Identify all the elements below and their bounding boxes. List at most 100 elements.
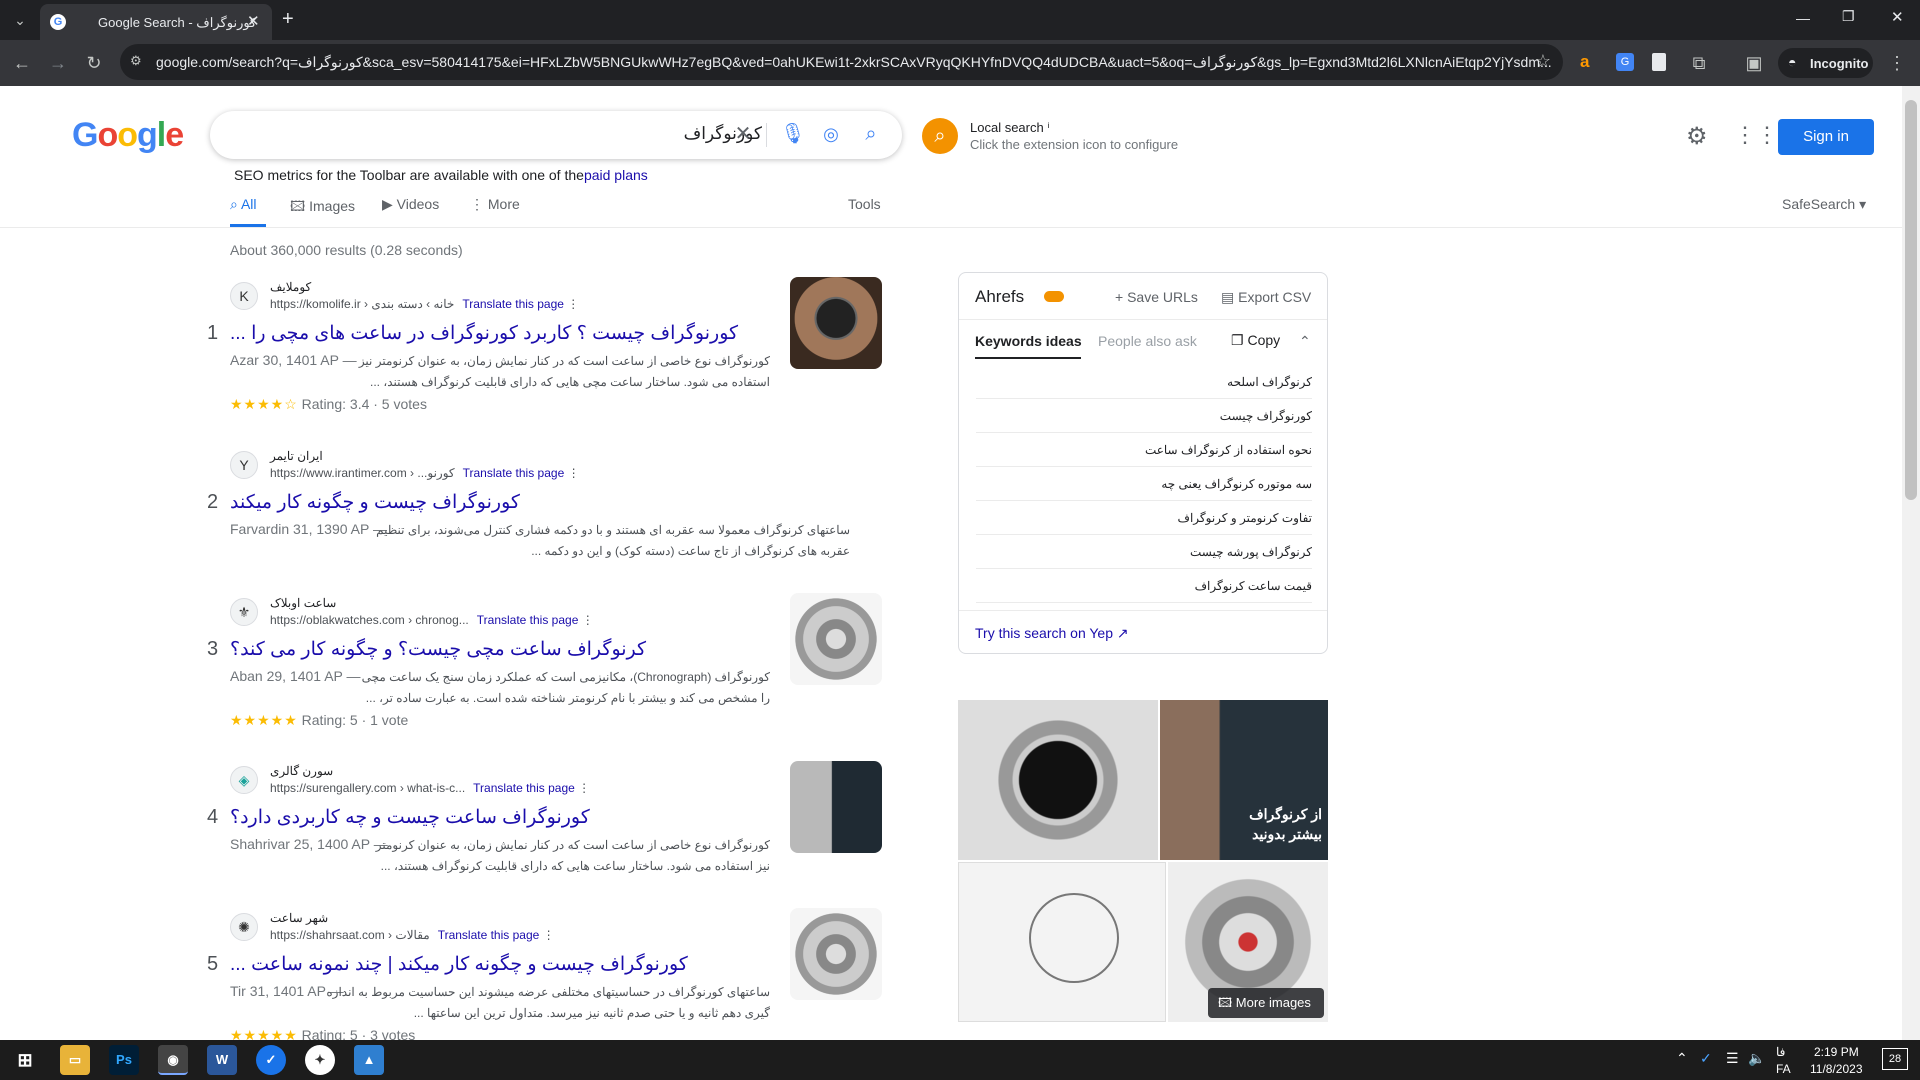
translate-link[interactable]: Translate this page [463,466,565,480]
page-extension-icon[interactable] [1652,53,1666,71]
site-info-icon[interactable]: ⚙ [130,53,142,69]
tab-search-icon[interactable]: ⌄ [6,6,34,34]
result-title[interactable]: کورنوگراف ساعت چیست و چه کاربردی دارد؟ [230,806,830,829]
tab-videos[interactable]: ▶ Videos [382,196,439,213]
tab-images[interactable]: 🖾 Images [290,196,355,220]
close-window-icon[interactable]: ✕ [1891,8,1904,26]
translate-link[interactable]: Translate this page [473,781,575,795]
search-icon[interactable]: ⌕ [858,121,884,147]
local-search-subtitle: Click the extension icon to configure [970,137,1179,152]
tray-app-icon[interactable]: ✓ [1700,1050,1712,1067]
settings-gear-icon[interactable]: ⚙ [1686,122,1708,151]
reload-icon[interactable]: ↻ [80,49,108,77]
word-icon[interactable]: W [207,1045,237,1075]
image-result[interactable]: 🖾 More images [1168,862,1328,1022]
app-globe-icon[interactable]: ✦ [305,1045,335,1075]
amazon-extension-icon[interactable]: a [1580,52,1598,72]
photoshop-icon[interactable]: Ps [109,1045,139,1075]
result-thumbnail[interactable] [790,593,882,685]
tools-button[interactable]: Tools [848,196,881,212]
volume-icon[interactable]: 🔈 [1748,1050,1765,1067]
site-url[interactable]: https://oblakwatches.com › chronog... Tra… [270,613,594,627]
sign-in-button[interactable]: Sign in [1778,119,1874,155]
image-result[interactable] [958,700,1158,860]
result-title[interactable]: کورنوگراف چیست و چگونه کار میکند | چند ن… [230,953,830,976]
voice-search-icon[interactable]: 🎙 [780,121,806,147]
export-csv-button[interactable]: ▤ Export CSV [1221,289,1311,306]
search-box[interactable]: کورنوگراف ✕ 🎙 ◎ ⌕ [210,111,902,159]
translate-extension-icon[interactable]: G [1616,53,1634,71]
active-tab-indicator [975,357,1081,359]
tab-more[interactable]: ⋮ More [470,196,520,213]
star-icon[interactable]: ☆ [1535,51,1551,72]
site-url[interactable]: https://surengallery.com › what-is-c... T… [270,781,590,795]
image-result[interactable] [958,862,1166,1022]
incognito-badge[interactable]: ◓ Incognito [1778,48,1873,78]
result-title[interactable]: کورنوگراف چیست ؟ کاربرد کورنوگراف در ساع… [230,322,830,345]
scrollbar[interactable] [1902,86,1920,1040]
tab-people-also-ask[interactable]: People also ask [1098,333,1197,349]
keyword-item[interactable]: تفاوت کرنومتر و کرنوگراف [976,501,1312,535]
paid-plans-link[interactable]: paid plans [584,167,648,183]
chrome-icon[interactable]: ◉ [158,1045,188,1075]
keyword-item[interactable]: سه موتوره کرنوگراف یعنی چه [976,467,1312,501]
copy-button[interactable]: ❐ Copy [1231,332,1280,349]
language-indicator[interactable]: فا [1776,1045,1785,1059]
yep-search-link[interactable]: Try this search on Yep ↗ [975,625,1129,642]
more-options-icon[interactable]: ⋮ [578,781,590,795]
more-options-icon[interactable]: ⋮ [567,297,579,311]
save-urls-button[interactable]: + Save URLs [1115,289,1198,305]
ahrefs-toggle[interactable] [1044,291,1064,302]
lens-search-icon[interactable]: ◎ [818,121,844,147]
more-options-icon[interactable]: ⋮ [568,466,580,480]
address-bar[interactable]: ⚙ google.com/search?q=کورنوگراف&sca_esv=… [120,44,1563,80]
result-thumbnail[interactable] [790,277,882,369]
result-title[interactable]: کورنوگراف چیست و چگونه کار میکند [230,491,830,514]
browser-tab[interactable]: G Google Search - کورنوگراف ✕ [40,4,272,40]
tab-keywords-ideas[interactable]: Keywords ideas [975,333,1082,349]
translate-link[interactable]: Translate this page [477,613,579,627]
file-explorer-icon[interactable]: ▭ [60,1045,90,1075]
site-url[interactable]: https://www.irantimer.com › ...کورنو Tran… [270,466,580,480]
safesearch-button[interactable]: SafeSearch ▾ [1782,196,1866,213]
notifications-icon[interactable]: 28 [1882,1048,1908,1070]
clock-time[interactable]: 2:19 PM [1814,1045,1859,1059]
keyword-item[interactable]: کورنوگراف چیست [976,399,1312,433]
tab-all[interactable]: ⌕ All [230,196,257,213]
app-check-icon[interactable]: ✓ [256,1045,286,1075]
keyword-item[interactable]: کرنوگراف پورشه چیست [976,535,1312,569]
result-thumbnail[interactable] [790,908,882,1000]
scrollbar-thumb[interactable] [1905,100,1917,500]
yep-link-text: Try this search on Yep [975,625,1114,641]
site-url[interactable]: https://komolife.ir › خانه › دسته بندی Tr… [270,297,579,311]
keyword-item[interactable]: قیمت ساعت کرنوگراف [976,569,1312,603]
translate-link[interactable]: Translate this page [462,297,564,311]
google-logo[interactable]: Google [72,116,184,155]
result-thumbnail[interactable] [790,761,882,853]
forward-icon[interactable]: → [44,49,72,77]
collapse-icon[interactable]: ⌃ [1299,333,1311,350]
wifi-icon[interactable]: ☰ [1726,1050,1739,1067]
menu-icon[interactable]: ⋮ [1883,49,1911,77]
back-icon[interactable]: ← [8,49,36,77]
site-url[interactable]: https://shahrsaat.com › مقالات Translate … [270,928,555,942]
translate-link[interactable]: Translate this page [438,928,540,942]
apps-grid-icon[interactable]: ⋮⋮ [1734,122,1778,148]
result-title[interactable]: کرنوگراف ساعت مچی چیست؟ و چگونه کار می ک… [230,638,830,661]
app-photos-icon[interactable]: ▲ [354,1045,384,1075]
close-tab-icon[interactable]: ✕ [247,12,260,30]
image-result[interactable]: از کرنوگراف بیشتر بدونید [1160,700,1328,860]
tray-chevron-icon[interactable]: ⌃ [1676,1050,1688,1067]
keyword-item[interactable]: کرنوگراف اسلحه [976,365,1312,399]
windows-start-icon[interactable]: ⊞ [10,1045,40,1075]
restore-icon[interactable]: ❐ [1842,8,1855,25]
minimize-icon[interactable]: — [1796,10,1810,26]
more-options-icon[interactable]: ⋮ [582,613,594,627]
clear-search-icon[interactable]: ✕ [730,121,756,147]
more-images-button[interactable]: 🖾 More images [1208,988,1324,1018]
keyword-item[interactable]: نحوه استفاده از کرنوگراف ساعت [976,433,1312,467]
extensions-icon[interactable]: ⧉ [1685,49,1713,77]
new-tab-icon[interactable]: + [282,8,294,31]
more-options-icon[interactable]: ⋮ [543,928,555,942]
side-panel-icon[interactable]: ▣ [1740,49,1768,77]
